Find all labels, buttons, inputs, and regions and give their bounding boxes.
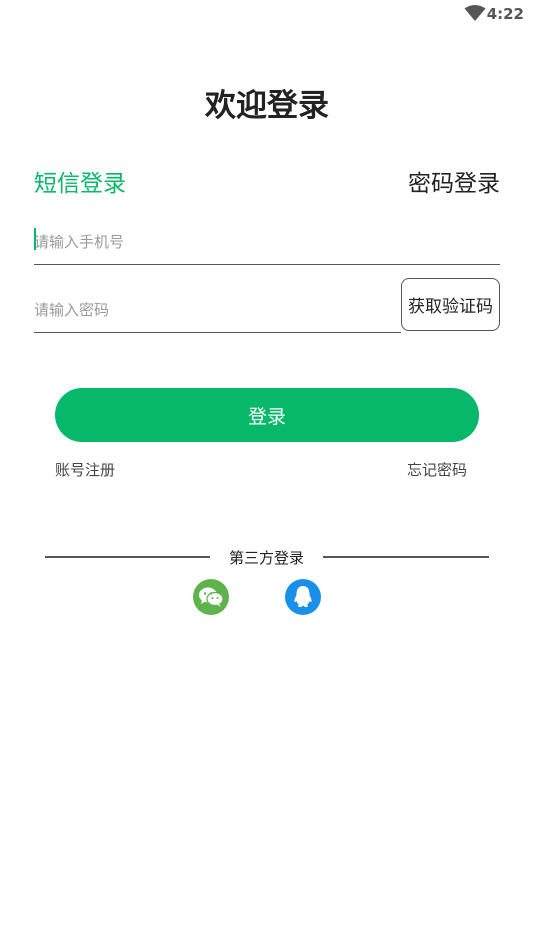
phone-field — [34, 220, 500, 265]
wechat-login-button[interactable] — [193, 579, 229, 615]
wifi-icon — [464, 5, 486, 21]
tab-password-login[interactable]: 密码登录 — [408, 164, 500, 198]
third-party-title: 第三方登录 — [228, 549, 304, 567]
register-link[interactable]: 账号注册 — [55, 459, 115, 480]
forgot-password-link[interactable]: 忘记密码 — [407, 459, 467, 480]
qq-login-button[interactable] — [285, 579, 321, 615]
qq-icon — [294, 586, 312, 607]
code-field — [34, 288, 401, 333]
status-time: 4:22 — [486, 5, 524, 23]
text-caret — [34, 228, 36, 250]
tab-sms-login[interactable]: 短信登录 — [34, 164, 126, 198]
phone-input[interactable] — [34, 220, 500, 263]
login-screen: 4:22 欢迎登录 短信登录 密码登录 获取验证码 登录 账号注册 忘记密码 第… — [0, 0, 534, 949]
status-bar: 4:22 — [0, 0, 534, 28]
divider-left — [45, 556, 210, 558]
get-code-button[interactable]: 获取验证码 — [401, 278, 500, 331]
login-button[interactable]: 登录 — [55, 388, 479, 442]
divider-right — [323, 556, 489, 558]
page-title: 欢迎登录 — [205, 88, 329, 124]
wechat-icon — [199, 587, 224, 607]
code-input[interactable] — [34, 288, 401, 331]
